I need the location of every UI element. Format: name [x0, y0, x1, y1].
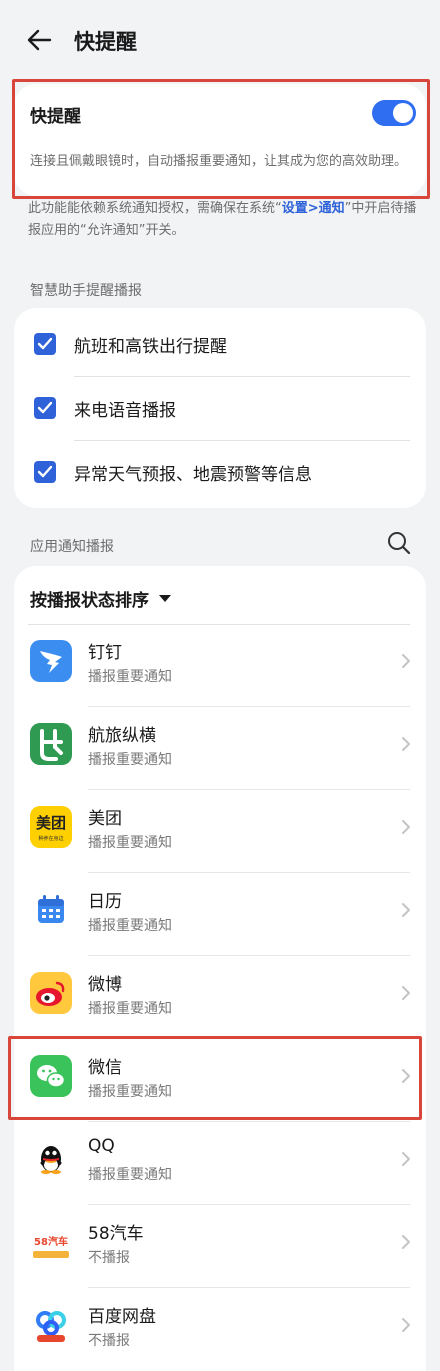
baidu-netdisk-icon: [30, 1304, 72, 1346]
check-label: 异常天气预报、地震预警等信息: [74, 464, 312, 485]
sort-label: 按播报状态排序: [30, 591, 149, 611]
check-label: 航班和高铁出行提醒: [74, 336, 227, 357]
smart-reminder-card: 航班和高铁出行提醒 来电语音播报 异常天气预报、地震预警等信息: [14, 308, 426, 508]
app-name: 微信: [88, 1058, 122, 1078]
app-row-weibo[interactable]: 微博 播报重要通知: [14, 956, 426, 1039]
app-row-58-auto[interactable]: 58汽车 58汽车 不播报: [14, 1205, 426, 1288]
app-section-title: 应用通知播报: [30, 539, 114, 555]
weibo-icon: [30, 972, 72, 1014]
app-status: 播报重要通知: [88, 918, 172, 934]
meituan-icon-subtext: 种养在身边: [38, 836, 64, 842]
chevron-right-icon: [400, 1150, 412, 1168]
chevron-right-icon: [400, 1067, 412, 1085]
app-name: 微博: [88, 975, 122, 995]
caret-down-icon: [159, 595, 171, 602]
switch-knob: [393, 103, 413, 123]
app-name: 美团: [88, 809, 122, 829]
calendar-icon: [30, 889, 72, 931]
chevron-right-icon: [400, 1233, 412, 1251]
back-arrow-icon[interactable]: [26, 26, 56, 54]
info-text-start: 此功能能依赖系统通知授权，需确保在系统“: [28, 201, 282, 216]
app-status: 播报重要通知: [88, 1084, 172, 1100]
app-status: 播报重要通知: [88, 1001, 172, 1017]
app-row-baidu-netdisk[interactable]: 百度网盘 不播报: [14, 1288, 426, 1371]
check-row-weather-earthquake[interactable]: 异常天气预报、地震预警等信息: [14, 440, 426, 504]
app-status: 播报重要通知: [88, 669, 172, 685]
app-row-calendar[interactable]: 日历 播报重要通知: [14, 873, 426, 956]
app-status: 不播报: [88, 1250, 130, 1266]
app-name: 百度网盘: [88, 1307, 156, 1327]
app-status: 播报重要通知: [88, 1167, 172, 1183]
58-auto-icon-bar: [33, 1251, 69, 1258]
page-title: 快提醒: [74, 30, 137, 54]
app-row-hanglvzongheng[interactable]: 航旅纵横 播报重要通知: [14, 707, 426, 790]
checkbox-checked-icon[interactable]: [34, 461, 56, 483]
quick-reminder-label: 快提醒: [30, 107, 81, 127]
app-row-meituan[interactable]: 美团 种养在身边 美团 播报重要通知: [14, 790, 426, 873]
dingtalk-icon: [30, 640, 72, 682]
quick-reminder-card: 快提醒 连接且佩戴眼镜时，自动播报重要通知，让其成为您的高效助理。: [14, 84, 426, 196]
check-row-flight-train[interactable]: 航班和高铁出行提醒: [14, 312, 426, 376]
meituan-icon-text: 美团: [35, 814, 66, 832]
header: 快提醒: [0, 0, 440, 80]
permission-info-text: 此功能能依赖系统通知授权，需确保在系统“设置>通知”中开启待播报应用的“允许通知…: [28, 198, 418, 242]
app-name: 钉钉: [88, 643, 122, 663]
app-status: 播报重要通知: [88, 835, 172, 851]
app-list-card: 按播报状态排序 钉钉 播报重要通知 航旅纵横 播报重要通知 美团 种养在身边 美…: [14, 566, 426, 1371]
chevron-right-icon: [400, 901, 412, 919]
hanglvzongheng-icon: [30, 723, 72, 765]
quick-reminder-switch[interactable]: [372, 100, 416, 126]
chevron-right-icon: [400, 652, 412, 670]
quick-reminder-description: 连接且佩戴眼镜时，自动播报重要通知，让其成为您的高效助理。: [30, 154, 408, 169]
58-auto-icon: 58汽车: [30, 1221, 72, 1263]
chevron-right-icon: [400, 1316, 412, 1334]
search-icon[interactable]: [386, 530, 412, 556]
check-label: 来电语音播报: [74, 400, 176, 421]
chevron-right-icon: [400, 984, 412, 1002]
app-row-wechat[interactable]: 微信 播报重要通知: [14, 1039, 426, 1122]
app-name: 日历: [88, 892, 122, 912]
wechat-icon: [30, 1055, 72, 1097]
chevron-right-icon: [400, 818, 412, 836]
58-auto-icon-text: 58汽车: [34, 1237, 68, 1248]
meituan-icon: 美团 种养在身边: [30, 806, 72, 848]
app-name: 58汽车: [88, 1224, 144, 1244]
app-name: 航旅纵横: [88, 726, 156, 746]
checkbox-checked-icon[interactable]: [34, 333, 56, 355]
qq-icon: [30, 1138, 72, 1180]
check-row-call-voice[interactable]: 来电语音播报: [14, 376, 426, 440]
checkbox-checked-icon[interactable]: [34, 397, 56, 419]
smart-section-title: 智慧助手提醒播报: [30, 283, 142, 299]
settings-notification-link[interactable]: 设置>通知: [282, 201, 345, 216]
sort-dropdown[interactable]: 按播报状态排序: [30, 586, 171, 611]
app-status: 播报重要通知: [88, 752, 172, 768]
app-row-dingtalk[interactable]: 钉钉 播报重要通知: [14, 624, 426, 707]
app-name: QQ: [88, 1136, 115, 1156]
app-row-qq[interactable]: QQ 播报重要通知: [14, 1122, 426, 1205]
chevron-right-icon: [400, 735, 412, 753]
app-status: 不播报: [88, 1333, 130, 1349]
